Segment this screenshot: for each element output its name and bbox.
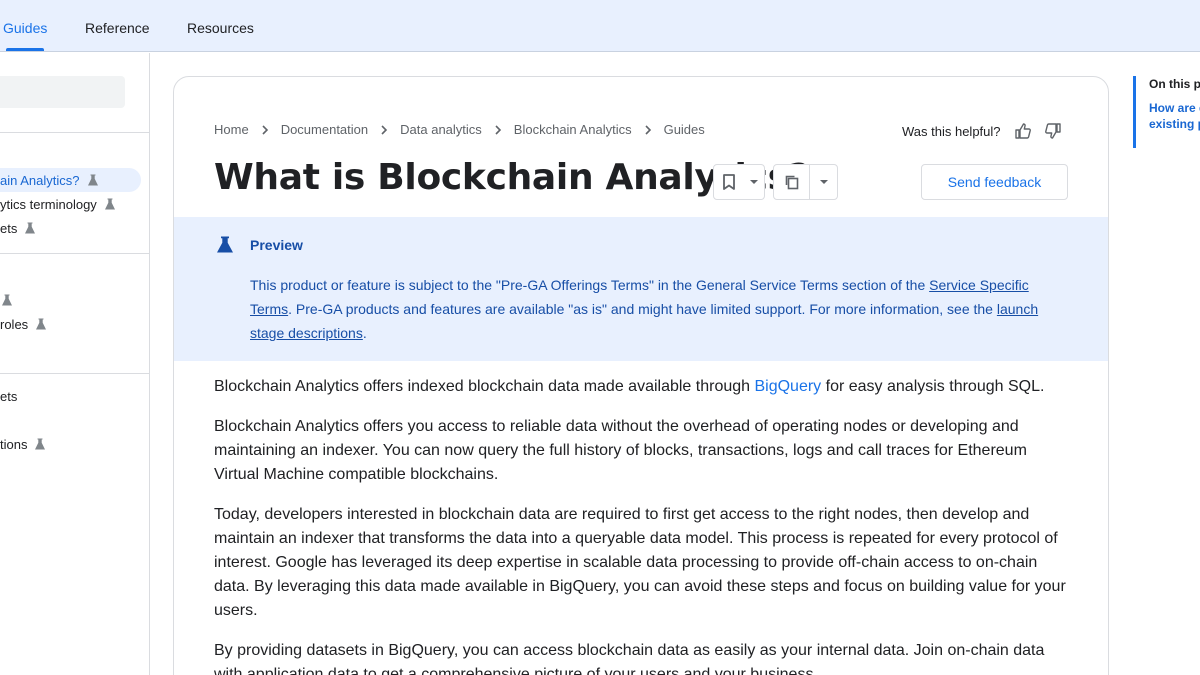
thumb-down-icon[interactable] — [1043, 121, 1063, 141]
sidebar-item-label: roles — [0, 316, 29, 332]
helpful-widget: Was this helpful? — [902, 121, 1063, 141]
flask-icon — [33, 437, 47, 451]
bookmark-button[interactable] — [713, 164, 765, 200]
sidebar-item-datasets[interactable]: ets — [0, 216, 37, 240]
active-tab-indicator — [6, 48, 44, 51]
breadcrumb-blockchain-analytics[interactable]: Blockchain Analytics — [514, 122, 632, 137]
flask-icon — [103, 197, 117, 211]
sidebar-item-label: ets — [0, 220, 18, 236]
paragraph-text: Blockchain Analytics offers indexed bloc… — [214, 378, 755, 395]
flask-icon — [0, 293, 14, 307]
chevron-right-icon — [258, 123, 272, 137]
preview-title: Preview — [250, 237, 303, 253]
toc-title: On this p — [1149, 77, 1200, 91]
preview-text-part: . Pre-GA products and features are avail… — [288, 301, 997, 317]
preview-text: This product or feature is subject to th… — [250, 273, 1050, 345]
toc-link[interactable]: How are different existing p — [1149, 100, 1200, 132]
sidebar-divider — [0, 373, 149, 374]
sidebar-item-label: tions — [0, 436, 28, 452]
sidebar-divider — [0, 132, 149, 133]
sidebar-item-label: ytics terminology — [0, 196, 97, 212]
top-nav: Guides Reference Resources — [0, 0, 1200, 52]
sidebar-item-terminology[interactable]: ytics terminology — [0, 192, 117, 216]
paragraph: Today, developers interested in blockcha… — [214, 506, 1066, 619]
thumb-up-icon[interactable] — [1013, 121, 1033, 141]
paragraph: Blockchain Analytics offers you access t… — [214, 418, 1027, 483]
sidebar-item-functions[interactable]: tions — [0, 432, 47, 456]
chevron-down-icon[interactable] — [744, 165, 764, 199]
preview-notice: Preview This product or feature is subje… — [174, 217, 1108, 361]
sidebar-item-roles[interactable]: roles — [0, 312, 48, 336]
sidebar-item-label: ain Analytics? — [0, 172, 80, 188]
preview-text-part: . — [362, 325, 367, 341]
sidebar-divider — [0, 253, 149, 254]
sidebar-item-what-is-blockchain-analytics[interactable]: ain Analytics? — [0, 168, 141, 192]
breadcrumb-home[interactable]: Home — [214, 122, 249, 137]
chevron-right-icon — [491, 123, 505, 137]
table-of-contents: On this p How are different existing p — [1133, 76, 1200, 148]
tab-resources[interactable]: Resources — [187, 20, 254, 36]
flask-icon — [215, 235, 235, 255]
flask-icon — [86, 173, 100, 187]
sidebar-item-label: ets — [0, 388, 18, 404]
flask-icon — [34, 317, 48, 331]
breadcrumb-data-analytics[interactable]: Data analytics — [400, 122, 482, 137]
sidebar-item-access[interactable] — [0, 288, 14, 312]
paragraph-text: for easy analysis through SQL. — [821, 378, 1045, 395]
chevron-right-icon — [377, 123, 391, 137]
main-content-card: Home Documentation Data analytics Blockc… — [173, 76, 1109, 675]
tab-reference[interactable]: Reference — [85, 20, 150, 36]
left-sidebar: ain Analytics? ytics terminology ets rol… — [0, 53, 150, 675]
tab-guides[interactable]: Guides — [3, 20, 47, 36]
bookmark-icon[interactable] — [714, 165, 744, 199]
bigquery-link[interactable]: BigQuery — [754, 378, 821, 395]
sidebar-filter-input[interactable] — [0, 76, 125, 108]
article-body: Blockchain Analytics offers indexed bloc… — [214, 375, 1069, 675]
flask-icon — [23, 221, 37, 235]
copy-icon[interactable] — [774, 165, 809, 199]
chevron-down-icon[interactable] — [809, 165, 837, 199]
paragraph: By providing datasets in BigQuery, you c… — [214, 642, 1045, 675]
chevron-right-icon — [641, 123, 655, 137]
sidebar-item-datasets-2[interactable]: ets — [0, 384, 17, 408]
send-feedback-button[interactable]: Send feedback — [921, 164, 1068, 200]
paragraph: Blockchain Analytics offers indexed bloc… — [214, 375, 1069, 399]
preview-text-part: This product or feature is subject to th… — [250, 277, 930, 293]
breadcrumb-guides[interactable]: Guides — [664, 122, 705, 137]
breadcrumb-documentation[interactable]: Documentation — [281, 122, 368, 137]
breadcrumb: Home Documentation Data analytics Blockc… — [214, 122, 705, 137]
helpful-label: Was this helpful? — [902, 123, 1001, 139]
copy-button[interactable] — [773, 164, 838, 200]
